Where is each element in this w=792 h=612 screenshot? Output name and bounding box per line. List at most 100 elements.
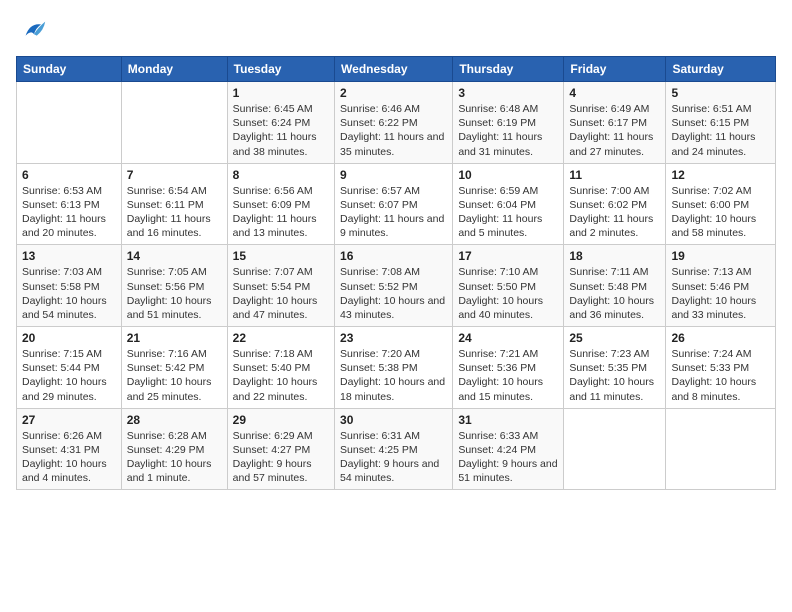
day-info: Sunrise: 6:54 AM Sunset: 6:11 PM Dayligh… (127, 184, 222, 241)
day-info: Sunrise: 7:16 AM Sunset: 5:42 PM Dayligh… (127, 347, 222, 404)
day-cell: 15 Sunrise: 7:07 AM Sunset: 5:54 PM Dayli… (227, 245, 334, 327)
day-number: 9 (340, 168, 447, 182)
day-number: 22 (233, 331, 329, 345)
day-info: Sunrise: 7:11 AM Sunset: 5:48 PM Dayligh… (569, 265, 660, 322)
day-number: 4 (569, 86, 660, 100)
day-cell: 14Sunrise: 7:05 AM Sunset: 5:56 PM Dayli… (121, 245, 227, 327)
day-info: Sunrise: 6:53 AM Sunset: 6:13 PM Dayligh… (22, 184, 116, 241)
day-cell: 17 Sunrise: 7:10 AM Sunset: 5:50 PM Dayli… (453, 245, 564, 327)
day-info: Sunrise: 6:56 AM Sunset: 6:09 PM Dayligh… (233, 184, 329, 241)
day-info: Sunrise: 6:31 AM Sunset: 4:25 PM Dayligh… (340, 429, 447, 486)
day-header-wednesday: Wednesday (335, 57, 453, 82)
day-info: Sunrise: 7:21 AM Sunset: 5:36 PM Dayligh… (458, 347, 558, 404)
week-row-2: 6Sunrise: 6:53 AM Sunset: 6:13 PM Daylig… (17, 163, 776, 245)
day-number: 2 (340, 86, 447, 100)
day-info: Sunrise: 6:49 AM Sunset: 6:17 PM Dayligh… (569, 102, 660, 159)
day-info: Sunrise: 7:15 AM Sunset: 5:44 PM Dayligh… (22, 347, 116, 404)
day-cell: 8 Sunrise: 6:56 AM Sunset: 6:09 PM Daylig… (227, 163, 334, 245)
week-row-1: 1 Sunrise: 6:45 AM Sunset: 6:24 PM Daylig… (17, 82, 776, 164)
day-cell: 22 Sunrise: 7:18 AM Sunset: 5:40 PM Dayli… (227, 327, 334, 409)
day-cell: 2 Sunrise: 6:46 AM Sunset: 6:22 PM Daylig… (335, 82, 453, 164)
day-info: Sunrise: 7:08 AM Sunset: 5:52 PM Dayligh… (340, 265, 447, 322)
day-number: 10 (458, 168, 558, 182)
day-number: 13 (22, 249, 116, 263)
day-cell: 20 Sunrise: 7:15 AM Sunset: 5:44 PM Dayli… (17, 327, 122, 409)
day-number: 17 (458, 249, 558, 263)
day-number: 30 (340, 413, 447, 427)
day-number: 5 (671, 86, 770, 100)
day-cell: 28 Sunrise: 6:28 AM Sunset: 4:29 PM Dayli… (121, 408, 227, 490)
day-cell (121, 82, 227, 164)
day-info: Sunrise: 7:10 AM Sunset: 5:50 PM Dayligh… (458, 265, 558, 322)
day-info: Sunrise: 6:59 AM Sunset: 6:04 PM Dayligh… (458, 184, 558, 241)
day-number: 20 (22, 331, 116, 345)
day-info: Sunrise: 7:13 AM Sunset: 5:46 PM Dayligh… (671, 265, 770, 322)
day-header-saturday: Saturday (666, 57, 776, 82)
day-number: 16 (340, 249, 447, 263)
day-cell: 11Sunrise: 7:00 AM Sunset: 6:02 PM Dayli… (564, 163, 666, 245)
day-cell: 5 Sunrise: 6:51 AM Sunset: 6:15 PM Daylig… (666, 82, 776, 164)
day-cell: 9 Sunrise: 6:57 AM Sunset: 6:07 PM Daylig… (335, 163, 453, 245)
day-info: Sunrise: 7:23 AM Sunset: 5:35 PM Dayligh… (569, 347, 660, 404)
day-info: Sunrise: 6:26 AM Sunset: 4:31 PM Dayligh… (22, 429, 116, 486)
day-number: 19 (671, 249, 770, 263)
day-header-sunday: Sunday (17, 57, 122, 82)
day-number: 14 (127, 249, 222, 263)
day-cell: 25Sunrise: 7:23 AM Sunset: 5:35 PM Dayli… (564, 327, 666, 409)
day-cell: 6Sunrise: 6:53 AM Sunset: 6:13 PM Daylig… (17, 163, 122, 245)
day-number: 12 (671, 168, 770, 182)
day-info: Sunrise: 7:07 AM Sunset: 5:54 PM Dayligh… (233, 265, 329, 322)
day-number: 3 (458, 86, 558, 100)
day-number: 8 (233, 168, 329, 182)
day-cell: 27 Sunrise: 6:26 AM Sunset: 4:31 PM Dayli… (17, 408, 122, 490)
day-info: Sunrise: 6:46 AM Sunset: 6:22 PM Dayligh… (340, 102, 447, 159)
day-cell: 13 Sunrise: 7:03 AM Sunset: 5:58 PM Dayli… (17, 245, 122, 327)
day-info: Sunrise: 6:33 AM Sunset: 4:24 PM Dayligh… (458, 429, 558, 486)
day-number: 27 (22, 413, 116, 427)
day-number: 15 (233, 249, 329, 263)
day-number: 18 (569, 249, 660, 263)
page-header (16, 16, 776, 44)
day-cell (564, 408, 666, 490)
day-header-thursday: Thursday (453, 57, 564, 82)
day-info: Sunrise: 7:18 AM Sunset: 5:40 PM Dayligh… (233, 347, 329, 404)
day-cell: 24Sunrise: 7:21 AM Sunset: 5:36 PM Dayli… (453, 327, 564, 409)
day-cell: 12Sunrise: 7:02 AM Sunset: 6:00 PM Dayli… (666, 163, 776, 245)
day-header-tuesday: Tuesday (227, 57, 334, 82)
week-row-3: 13 Sunrise: 7:03 AM Sunset: 5:58 PM Dayli… (17, 245, 776, 327)
day-cell: 4 Sunrise: 6:49 AM Sunset: 6:17 PM Daylig… (564, 82, 666, 164)
day-number: 31 (458, 413, 558, 427)
calendar-table: SundayMondayTuesdayWednesdayThursdayFrid… (16, 56, 776, 490)
day-cell (666, 408, 776, 490)
day-number: 29 (233, 413, 329, 427)
day-cell (17, 82, 122, 164)
day-number: 28 (127, 413, 222, 427)
day-number: 23 (340, 331, 447, 345)
day-cell: 7Sunrise: 6:54 AM Sunset: 6:11 PM Daylig… (121, 163, 227, 245)
day-info: Sunrise: 6:45 AM Sunset: 6:24 PM Dayligh… (233, 102, 329, 159)
day-info: Sunrise: 6:51 AM Sunset: 6:15 PM Dayligh… (671, 102, 770, 159)
day-header-friday: Friday (564, 57, 666, 82)
day-number: 1 (233, 86, 329, 100)
calendar-header-row: SundayMondayTuesdayWednesdayThursdayFrid… (17, 57, 776, 82)
day-info: Sunrise: 7:00 AM Sunset: 6:02 PM Dayligh… (569, 184, 660, 241)
day-cell: 23 Sunrise: 7:20 AM Sunset: 5:38 PM Dayli… (335, 327, 453, 409)
week-row-4: 20 Sunrise: 7:15 AM Sunset: 5:44 PM Dayli… (17, 327, 776, 409)
day-info: Sunrise: 7:03 AM Sunset: 5:58 PM Dayligh… (22, 265, 116, 322)
day-number: 26 (671, 331, 770, 345)
day-info: Sunrise: 6:48 AM Sunset: 6:19 PM Dayligh… (458, 102, 558, 159)
day-cell: 30 Sunrise: 6:31 AM Sunset: 4:25 PM Dayli… (335, 408, 453, 490)
day-info: Sunrise: 7:20 AM Sunset: 5:38 PM Dayligh… (340, 347, 447, 404)
day-cell: 18 Sunrise: 7:11 AM Sunset: 5:48 PM Dayli… (564, 245, 666, 327)
logo (16, 16, 48, 44)
day-cell: 26 Sunrise: 7:24 AM Sunset: 5:33 PM Dayli… (666, 327, 776, 409)
day-number: 21 (127, 331, 222, 345)
day-cell: 21 Sunrise: 7:16 AM Sunset: 5:42 PM Dayli… (121, 327, 227, 409)
day-info: Sunrise: 7:24 AM Sunset: 5:33 PM Dayligh… (671, 347, 770, 404)
week-row-5: 27 Sunrise: 6:26 AM Sunset: 4:31 PM Dayli… (17, 408, 776, 490)
day-info: Sunrise: 6:29 AM Sunset: 4:27 PM Dayligh… (233, 429, 329, 486)
day-info: Sunrise: 6:28 AM Sunset: 4:29 PM Dayligh… (127, 429, 222, 486)
day-info: Sunrise: 6:57 AM Sunset: 6:07 PM Dayligh… (340, 184, 447, 241)
day-header-monday: Monday (121, 57, 227, 82)
day-cell: 1 Sunrise: 6:45 AM Sunset: 6:24 PM Daylig… (227, 82, 334, 164)
